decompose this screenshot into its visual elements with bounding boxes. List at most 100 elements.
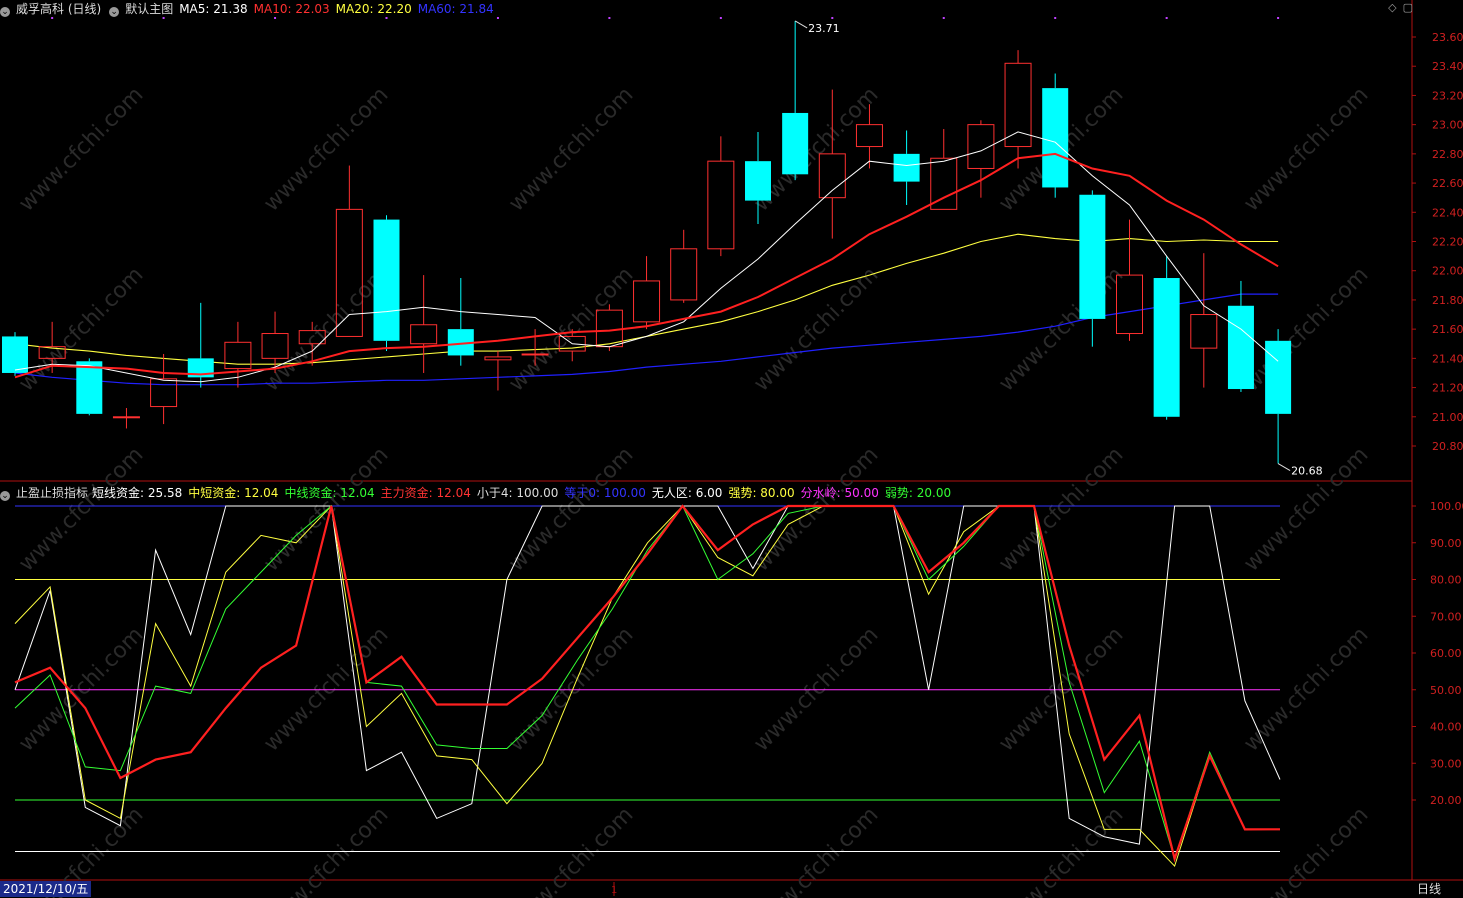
indicator-tick-label: 80.00 [1430, 574, 1462, 587]
price-tick-label: 22.60 [1432, 177, 1463, 190]
watermark-text: www.cfchi.com [1239, 262, 1373, 396]
indicator-tick-label: 100.00 [1430, 500, 1463, 513]
signal-dot [719, 17, 722, 19]
indicator-tick-label: 70.00 [1430, 610, 1462, 623]
price-tick-label: 23.60 [1432, 31, 1463, 44]
indicator-tick-label: 30.00 [1430, 757, 1462, 770]
watermark-text: www.cfchi.com [749, 262, 883, 396]
stock-title: 威孚高科 (日线) [16, 2, 102, 16]
indicator-tick-label: 40.00 [1430, 721, 1462, 734]
annotation-label: 20.68 [1291, 465, 1323, 478]
price-tick-label: 20.80 [1432, 440, 1463, 453]
watermark-text: www.cfchi.com [1239, 802, 1373, 898]
indicator-tick-label: 20.00 [1430, 794, 1462, 807]
candle-body-up [150, 378, 178, 408]
candle-body-down [1042, 88, 1069, 188]
watermark-text: www.cfchi.com [14, 82, 148, 216]
candle-body-down [1265, 340, 1292, 414]
indicator-series-line [14, 505, 1281, 861]
watermark-text: www.cfchi.com [504, 82, 638, 216]
candle-body-down [76, 361, 103, 414]
candle [782, 20, 809, 181]
candle-body-up [670, 248, 698, 301]
ma5-label: MA5: 21.38 [179, 2, 248, 16]
watermark-text: www.cfchi.com [504, 442, 638, 576]
candle [373, 215, 400, 352]
watermark-text: www.cfchi.com [1239, 442, 1373, 576]
indicator-value-9: 弱势: 20.00 [884, 486, 952, 500]
indicator-header: ⌄ 止盈止损指标 短线资金: 25.58 中短资金: 12.04 中线资金: 12.04… [0, 484, 963, 502]
price-panel[interactable]: 23.71 20.68 [2, 17, 1323, 478]
indicator-value-3: 主力资金: 12.04 [380, 486, 471, 500]
candle [112, 408, 140, 429]
indicator-value-2: 中线资金: 12.04 [284, 486, 375, 500]
indicator-collapse-icon[interactable]: ⌄ [0, 491, 10, 501]
candle-body-up [633, 280, 661, 323]
window-icon[interactable]: ▢ [1403, 1, 1413, 14]
signal-dot [608, 17, 611, 19]
period-label[interactable]: 日线 [1417, 881, 1441, 897]
candle-body-up [707, 160, 735, 250]
ma60-label: MA60: 21.84 [417, 2, 494, 16]
price-axis: 23.60 23.40 23.20 23.00 22.80 22.60 22.40 22.20… [1412, 31, 1463, 807]
indicator-tick-label: 60.00 [1430, 647, 1462, 660]
watermark-text: www.cfchi.com [259, 262, 393, 396]
candle-body-up [112, 416, 140, 419]
candle-body-up [484, 356, 512, 361]
candle [1265, 329, 1292, 464]
indicator-name[interactable]: 止盈止损指标 [16, 486, 88, 500]
watermark-text: www.cfchi.com [259, 82, 393, 216]
indicator-tick-label: 90.00 [1430, 537, 1462, 550]
candle [2, 332, 28, 376]
watermark-text: www.cfchi.com [14, 442, 148, 576]
indicator-series-line [14, 504, 1281, 868]
watermark-text: www.cfchi.com [994, 802, 1128, 898]
candle-body-up [1190, 314, 1218, 349]
price-tick-label: 22.00 [1432, 265, 1463, 278]
indicator-value-7: 强势: 80.00 [728, 486, 795, 500]
signal-dot [1165, 17, 1168, 19]
candle [410, 275, 438, 373]
stock-chart[interactable]: 1 www.cfchi.com www.cfchi.com www.cfchi.co… [0, 0, 1463, 898]
candle [1153, 256, 1180, 420]
candle-body-up [410, 324, 438, 345]
candle-body-up [855, 124, 883, 148]
diamond-icon[interactable]: ◇ [1388, 1, 1396, 14]
price-tick-label: 21.20 [1432, 382, 1463, 395]
signal-dot [942, 17, 945, 19]
price-tick-label: 21.40 [1432, 352, 1463, 365]
indicator-panel[interactable] [14, 504, 1281, 868]
price-tick-label: 23.20 [1432, 89, 1463, 102]
candle-body-down [2, 336, 28, 373]
candle-body-down [745, 161, 771, 201]
price-tick-label: 21.80 [1432, 294, 1463, 307]
signal-dot [1054, 17, 1057, 19]
watermark-text: www.cfchi.com [749, 802, 883, 898]
candle [1004, 50, 1032, 169]
watermark-text: www.cfchi.com [994, 262, 1128, 396]
candle [1190, 253, 1218, 388]
indicator-value-6: 无人区: 6.00 [651, 486, 723, 500]
collapse-icon[interactable]: ⌄ [0, 7, 10, 17]
indicator-tick-label: 50.00 [1430, 684, 1462, 697]
date-readout: 2021/12/10/五 [0, 881, 92, 897]
candle-body-up [521, 353, 549, 356]
candle-body-up [818, 153, 846, 199]
main-chart-label[interactable]: 默认主图 [125, 2, 173, 16]
annotation-pointer [1277, 463, 1291, 471]
settings-icon[interactable]: ⌄ [109, 7, 120, 17]
indicator-value-8: 分水岭: 50.00 [800, 486, 879, 500]
indicator-value-5: 等于0: 100.00 [564, 486, 646, 500]
watermark-text: www.cfchi.com [259, 442, 393, 576]
candle-body-down [893, 153, 920, 182]
indicator-value-4: 小于4: 100.00 [476, 486, 559, 500]
candle [670, 229, 698, 303]
price-tick-label: 22.20 [1432, 236, 1463, 249]
price-tick-label: 23.40 [1432, 60, 1463, 73]
candle-body-down [1153, 278, 1180, 417]
candle [633, 256, 661, 330]
watermark-text: www.cfchi.com [994, 442, 1128, 576]
candle [484, 351, 512, 391]
candle [150, 353, 178, 425]
candle [1042, 73, 1069, 198]
